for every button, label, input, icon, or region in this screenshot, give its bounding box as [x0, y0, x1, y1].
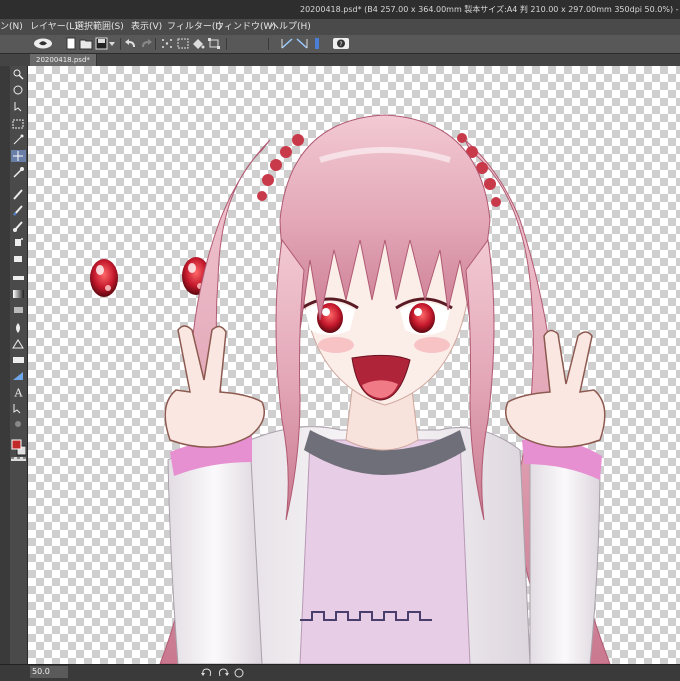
menu-item-help[interactable]: ヘルプ(H)	[270, 19, 311, 35]
svg-text:A: A	[14, 387, 24, 399]
fill-icon[interactable]	[191, 37, 205, 50]
canvas-area[interactable]	[28, 66, 680, 664]
command-bar: ?	[0, 35, 680, 54]
undo-icon[interactable]	[124, 37, 138, 50]
menu-item-filter[interactable]: フィルター(I)	[167, 19, 222, 35]
snap-to-grid-icon[interactable]	[310, 37, 324, 50]
color-swatches-icon[interactable]	[11, 436, 26, 462]
operation-tool-icon[interactable]	[11, 100, 26, 112]
frame-tool-icon[interactable]	[11, 354, 26, 366]
help-icon[interactable]: ?	[332, 37, 350, 50]
toolbar-separator	[268, 38, 269, 50]
toolbar-separator	[226, 38, 227, 50]
transform-tool-icon[interactable]	[11, 150, 26, 162]
tool-palette: A	[10, 66, 28, 668]
menu-item-view[interactable]: 表示(V)	[131, 19, 162, 35]
pen-tool-icon[interactable]	[11, 188, 26, 200]
rotate-left-icon[interactable]	[200, 667, 214, 679]
illustration	[90, 114, 611, 664]
eraser-tool-icon[interactable]	[11, 272, 26, 284]
snap-to-ruler-icon[interactable]	[280, 37, 294, 50]
menu-item-layer[interactable]: レイヤー(L)	[30, 19, 78, 35]
face-eye-left	[301, 297, 359, 335]
decoration-tool-icon[interactable]	[11, 252, 26, 264]
clip-studio-icon[interactable]	[32, 37, 54, 50]
menu-item-window[interactable]: ウィンドウ(W)	[215, 19, 276, 35]
clear-outside-selection-icon[interactable]	[176, 37, 190, 50]
eyedropper-tool-icon[interactable]	[11, 166, 26, 178]
snap-to-special-ruler-icon[interactable]	[295, 37, 309, 50]
redo-icon[interactable]	[139, 37, 153, 50]
document-tab-bar: 20200418.psd*	[0, 54, 680, 66]
ruler-tool-icon[interactable]	[11, 370, 26, 382]
toolbar-separator	[155, 38, 156, 50]
selection-tool-icon[interactable]	[11, 118, 26, 130]
reset-rotation-icon[interactable]	[232, 667, 246, 679]
blush-right	[414, 337, 450, 353]
figure-tool-icon[interactable]	[11, 338, 26, 350]
eye-asset-left	[90, 259, 118, 297]
toolbar-separator	[120, 38, 121, 50]
menu-item-animation[interactable]: ン(N)	[0, 19, 23, 35]
transform-icon[interactable]	[207, 37, 221, 50]
menu-bar: ン(N) レイヤー(L) 選択範囲(S) 表示(V) フィルター(I) ウィンド…	[0, 19, 680, 35]
new-file-icon[interactable]	[64, 37, 78, 50]
svg-text:?: ?	[339, 41, 342, 48]
hand-right	[505, 329, 606, 448]
zoom-field[interactable]: 50.0	[30, 666, 68, 678]
pencil-tool-icon[interactable]	[11, 204, 26, 216]
gradient-tool-icon[interactable]	[11, 288, 26, 300]
clear-icon[interactable]	[160, 37, 174, 50]
open-folder-icon[interactable]	[79, 37, 93, 50]
hand-left	[164, 325, 265, 448]
window-title: 20200418.psd* (B4 257.00 x 364.00mm 製本サイ…	[300, 5, 680, 14]
balloon-tool-icon[interactable]	[11, 402, 26, 414]
save-dropdown-icon[interactable]	[108, 37, 116, 50]
sub-tool-strip	[0, 66, 10, 668]
brush-tool-icon[interactable]	[11, 220, 26, 232]
sleeve-right	[529, 446, 601, 664]
airbrush-tool-icon[interactable]	[11, 236, 26, 248]
fill-tool-icon[interactable]	[11, 322, 26, 334]
blush-left	[318, 337, 354, 353]
menu-item-selection[interactable]: 選択範囲(S)	[75, 19, 124, 35]
document-tab[interactable]: 20200418.psd*	[30, 54, 97, 66]
text-tool-icon[interactable]: A	[11, 386, 26, 399]
auto-select-tool-icon[interactable]	[11, 134, 26, 146]
blend-tool-icon[interactable]	[11, 304, 26, 316]
correction-tool-icon[interactable]	[11, 418, 26, 430]
sleeve-left	[167, 439, 263, 664]
move-tool-icon[interactable]	[11, 84, 26, 96]
title-bar: 20200418.psd* (B4 257.00 x 364.00mm 製本サイ…	[0, 0, 680, 19]
zoom-tool-icon[interactable]	[11, 68, 26, 80]
status-bar: 50.0	[0, 664, 680, 681]
rotate-right-icon[interactable]	[216, 667, 230, 679]
save-icon[interactable]	[95, 37, 109, 50]
